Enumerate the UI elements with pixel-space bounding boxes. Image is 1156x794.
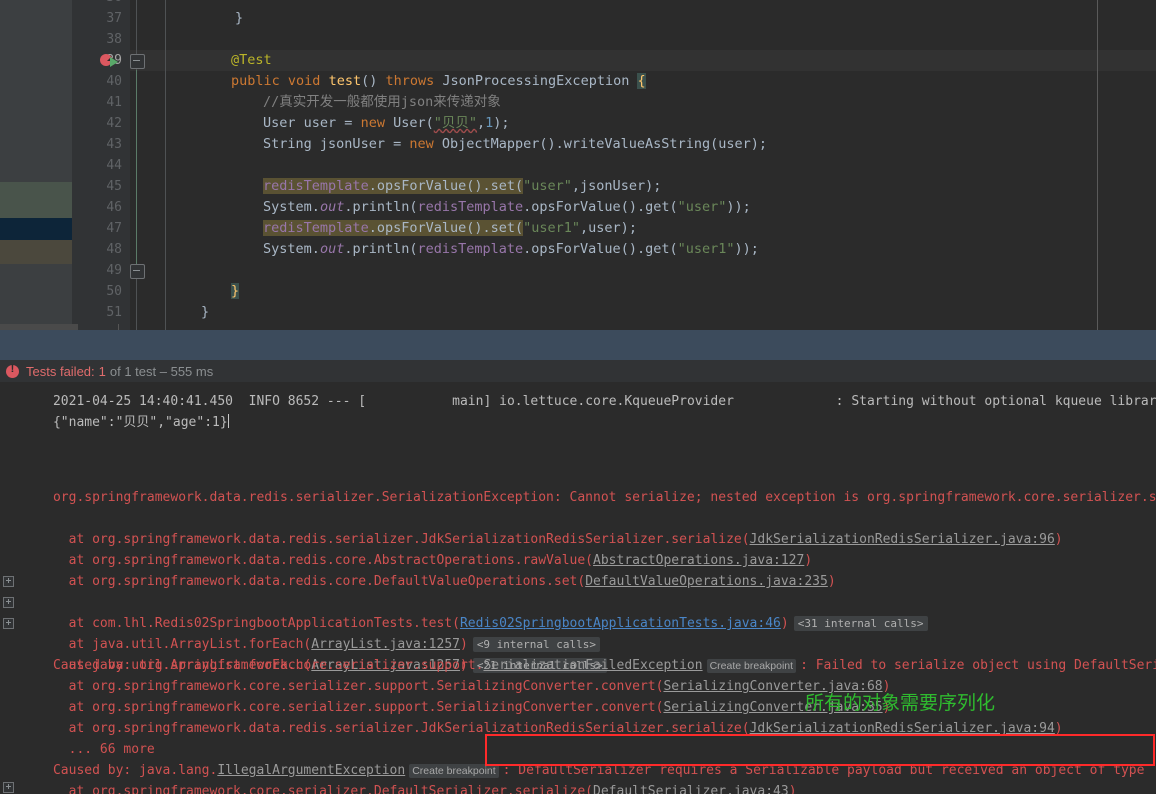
code-line-45[interactable]: System.out.println(redisTemplate.opsForV… bbox=[198, 176, 751, 215]
fold-collapse-icon[interactable] bbox=[130, 54, 145, 69]
code-token: )); bbox=[726, 199, 751, 215]
console-output[interactable]: 2021-04-25 14:40:41.450 INFO 8652 --- [ … bbox=[0, 382, 1156, 794]
console-stdout-line: {"name":"贝贝","age":1} bbox=[6, 391, 229, 430]
run-toolbar[interactable] bbox=[0, 330, 1156, 360]
stack-trace-line[interactable]: at com.lhl.Redis02SpringbootApplicationT… bbox=[3, 571, 928, 631]
log-message: : Starting without optional kqueue libra… bbox=[835, 394, 1156, 409]
string-literal-token: "user1" bbox=[677, 241, 735, 257]
run-test-gutter-icon[interactable] bbox=[100, 50, 126, 71]
code-token: .opsForValue().get( bbox=[523, 241, 678, 257]
code-line-50[interactable]: } bbox=[136, 281, 209, 320]
run-arrow-icon[interactable] bbox=[110, 57, 118, 67]
tests-failed-count: 1 bbox=[98, 363, 106, 379]
fold-active-range-line bbox=[136, 70, 137, 270]
stdout-json-value: {"name":"贝贝","age":1} bbox=[52, 415, 228, 430]
code-line-36[interactable]: } bbox=[170, 0, 243, 26]
console-log-line: 2021-04-25 14:40:41.450 INFO 8652 --- [ … bbox=[6, 382, 1156, 409]
code-token: } bbox=[235, 10, 244, 26]
exception-message: org.springframework.data.redis.serialize… bbox=[52, 490, 1156, 505]
stack-trace-line[interactable]: at org.springframework.core.serializer.s… bbox=[6, 655, 891, 694]
caused-by-line[interactable]: Caused by: org.springframework.core.seri… bbox=[6, 634, 1156, 673]
trace-suffix: ) bbox=[780, 616, 789, 631]
log-thread-logger: main] io.lettuce.core.KqueueProvider bbox=[452, 394, 734, 409]
editor-annotation-strip[interactable] bbox=[0, 0, 72, 330]
code-token: ObjectMapper().writeValueAsString(user); bbox=[433, 136, 767, 152]
tests-summary-text: of 1 test – 555 ms bbox=[109, 363, 214, 379]
error-icon bbox=[6, 363, 19, 378]
code-token: System. bbox=[263, 241, 320, 257]
code-line-47[interactable]: System.out.println(redisTemplate.opsForV… bbox=[198, 218, 759, 257]
log-level: INFO bbox=[248, 394, 280, 409]
code-line-44[interactable]: redisTemplate.opsForValue().set("user",j… bbox=[198, 155, 661, 194]
annotation-block-green bbox=[0, 182, 72, 218]
trace-suffix: ) bbox=[1054, 532, 1063, 547]
ide-window: 36 37 38 39 40 41 42 43 44 45 46 47 48 4… bbox=[0, 0, 1156, 794]
matched-brace-token: { bbox=[637, 73, 646, 89]
static-field-token: out bbox=[319, 241, 345, 257]
expand-frames-icon[interactable] bbox=[3, 782, 14, 793]
stack-trace-line[interactable]: at org.springframework.core.serializer.s… bbox=[6, 676, 891, 715]
log-separator: --- [ bbox=[326, 394, 367, 409]
code-token: } bbox=[201, 304, 210, 320]
annotation-block-blue bbox=[0, 218, 72, 240]
stack-trace-line[interactable]: at java.util.ArrayList.forEach(ArrayList… bbox=[3, 592, 601, 652]
tests-failed-label: Tests failed: bbox=[26, 363, 95, 379]
code-token: String jsonUser = bbox=[263, 136, 410, 152]
red-highlight-box bbox=[485, 734, 1155, 766]
expand-frames-icon[interactable] bbox=[3, 576, 14, 587]
code-line-38[interactable]: @Test bbox=[166, 29, 272, 68]
code-text-area[interactable]: } @Test public void test() throws JsonPr… bbox=[148, 0, 1156, 330]
field-reference-token: redisTemplate bbox=[417, 241, 524, 257]
code-line-49[interactable]: } bbox=[166, 260, 240, 299]
test-status-bar: Tests failed: 1 of 1 test – 555 ms bbox=[0, 360, 1156, 382]
exception-header-line: org.springframework.data.redis.serialize… bbox=[6, 466, 1156, 505]
stack-trace-line[interactable]: at org.springframework.data.redis.core.D… bbox=[6, 550, 836, 589]
string-literal-token: "user" bbox=[677, 199, 727, 215]
code-editor[interactable]: 36 37 38 39 40 41 42 43 44 45 46 47 48 4… bbox=[0, 0, 1156, 330]
text-caret bbox=[227, 414, 229, 428]
expand-frames-icon[interactable] bbox=[3, 618, 14, 629]
stack-trace-line[interactable]: at java.util.ArrayList.forEach(ArrayList… bbox=[3, 613, 607, 673]
code-line-40[interactable]: //真实开发一般都使用json来传递对象 bbox=[198, 71, 501, 110]
gutter-icons-column[interactable] bbox=[96, 0, 130, 330]
code-line-41[interactable]: User user = new User("贝贝",1); bbox=[198, 92, 510, 131]
code-token: new bbox=[409, 136, 434, 152]
internal-calls-chip[interactable]: <31 internal calls> bbox=[793, 616, 928, 631]
log-pid: 8652 bbox=[287, 394, 320, 409]
code-line-39[interactable]: public void test() throws JsonProcessing… bbox=[166, 50, 646, 89]
more-frames-line: ... 66 more bbox=[6, 718, 155, 757]
annotation-block-olive bbox=[0, 240, 72, 264]
code-line-46[interactable]: redisTemplate.opsForValue().set("user1",… bbox=[198, 197, 637, 236]
expand-frames-icon[interactable] bbox=[3, 597, 14, 608]
stack-trace-line[interactable]: at org.springframework.core.serializer.s… bbox=[3, 781, 890, 794]
code-line-42[interactable]: String jsonUser = new ObjectMapper().wri… bbox=[198, 113, 767, 152]
code-token: .println( bbox=[344, 241, 418, 257]
stack-trace-line[interactable]: at org.springframework.data.redis.serial… bbox=[6, 508, 1063, 547]
code-token: )); bbox=[734, 241, 759, 257]
stack-trace-line[interactable]: at org.springframework.data.redis.core.A… bbox=[6, 529, 813, 568]
fold-collapse-icon[interactable] bbox=[130, 264, 145, 279]
green-handwritten-note: 所有的对象需要序列化 bbox=[805, 692, 996, 714]
matched-brace-token: } bbox=[231, 283, 240, 299]
